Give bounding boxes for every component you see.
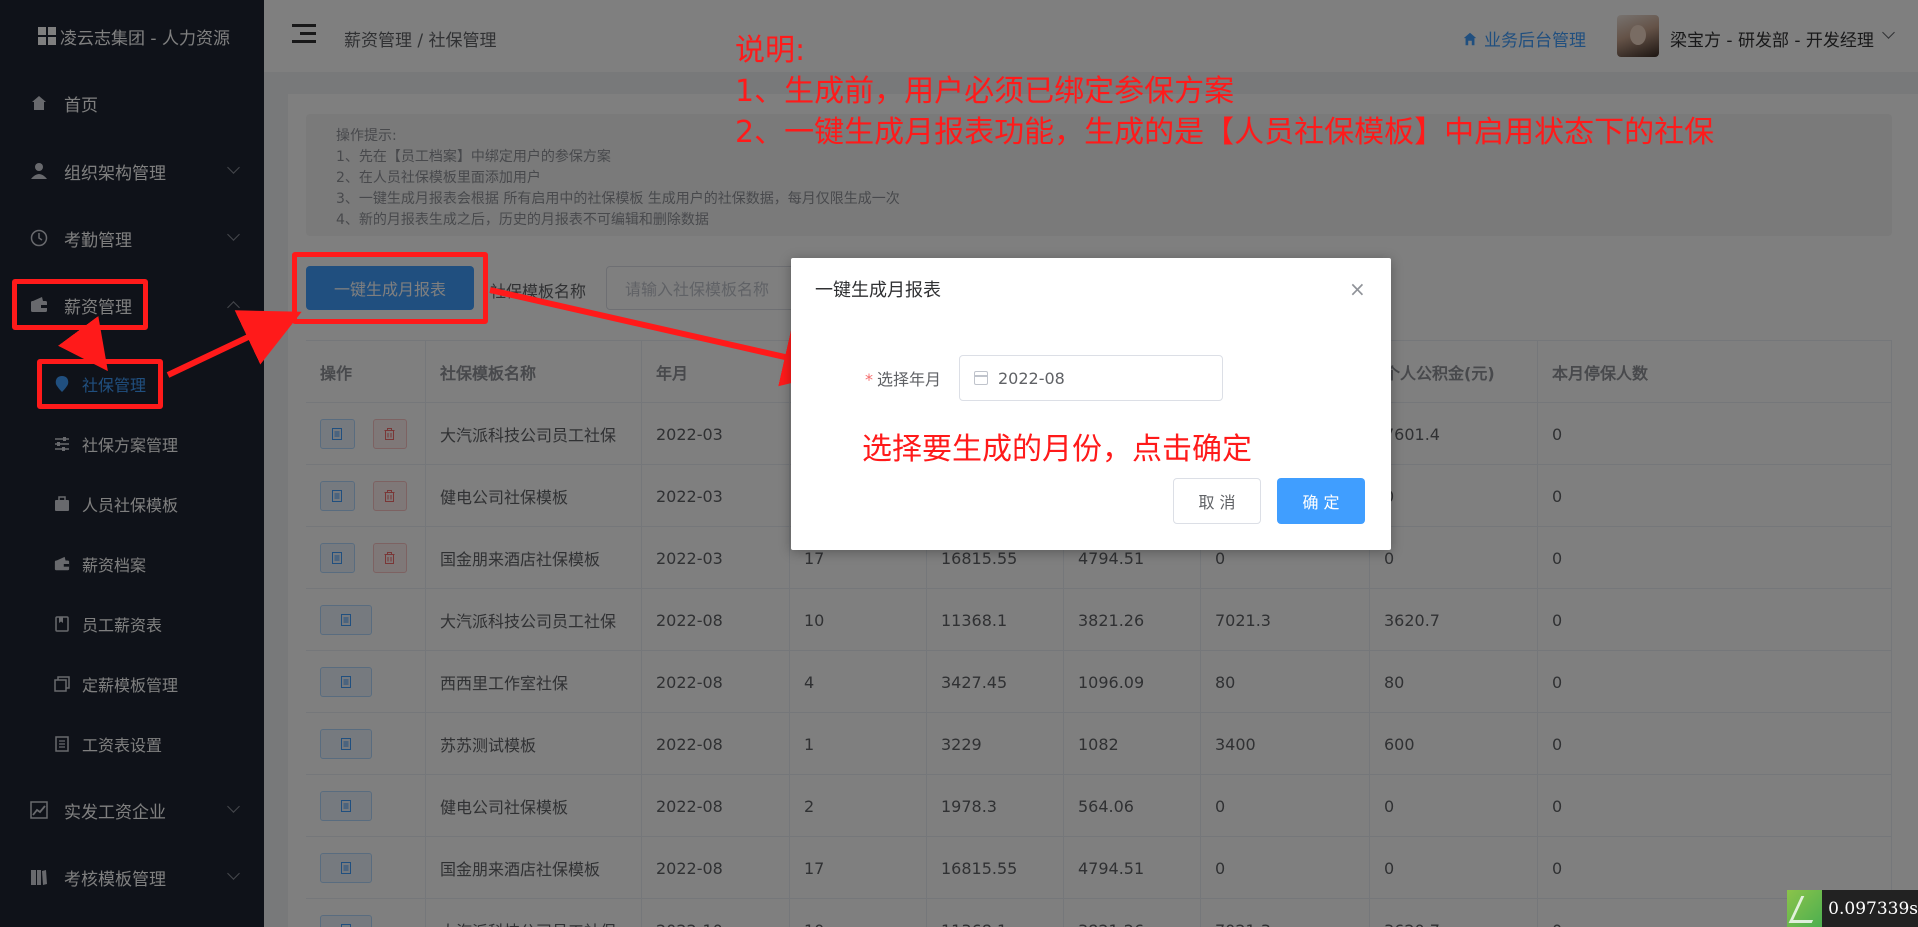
month-label-text: 选择年月 bbox=[877, 370, 942, 389]
cancel-button[interactable]: 取 消 bbox=[1173, 478, 1261, 524]
highlight-salary-menu bbox=[12, 279, 148, 330]
timing-badge: 0.097339s bbox=[1787, 890, 1918, 927]
speed-icon bbox=[1787, 890, 1823, 927]
highlight-ss-menu bbox=[37, 359, 163, 409]
highlight-generate-button bbox=[292, 252, 488, 324]
timing-value: 0.097339s bbox=[1828, 898, 1918, 919]
annotation-note: 说明: 1、生成前，用户必须已绑定参保方案 2、一键生成月报表功能，生成的是【人… bbox=[735, 30, 1714, 153]
confirm-button[interactable]: 确 定 bbox=[1277, 478, 1365, 524]
month-picker[interactable]: 2022-08 bbox=[959, 355, 1223, 401]
dialog-hint: 选择要生成的月份，点击确定 bbox=[862, 432, 1252, 467]
annotation-line: 1、生成前，用户必须已绑定参保方案 bbox=[735, 74, 1235, 109]
month-field-label: * 选择年月 bbox=[865, 366, 941, 390]
required-mark: * bbox=[865, 370, 873, 389]
calendar-icon bbox=[974, 371, 988, 385]
close-icon[interactable]: × bbox=[1349, 279, 1366, 299]
month-picker-value: 2022-08 bbox=[998, 368, 1065, 388]
dialog-title: 一键生成月报表 bbox=[815, 280, 941, 301]
annotation-line: 2、一键生成月报表功能，生成的是【人员社保模板】中启用状态下的社保 bbox=[735, 115, 1715, 150]
annotation-line: 说明: bbox=[735, 33, 806, 68]
generate-report-dialog: 一键生成月报表 × * 选择年月 2022-08 取 消 确 定 bbox=[791, 258, 1391, 550]
